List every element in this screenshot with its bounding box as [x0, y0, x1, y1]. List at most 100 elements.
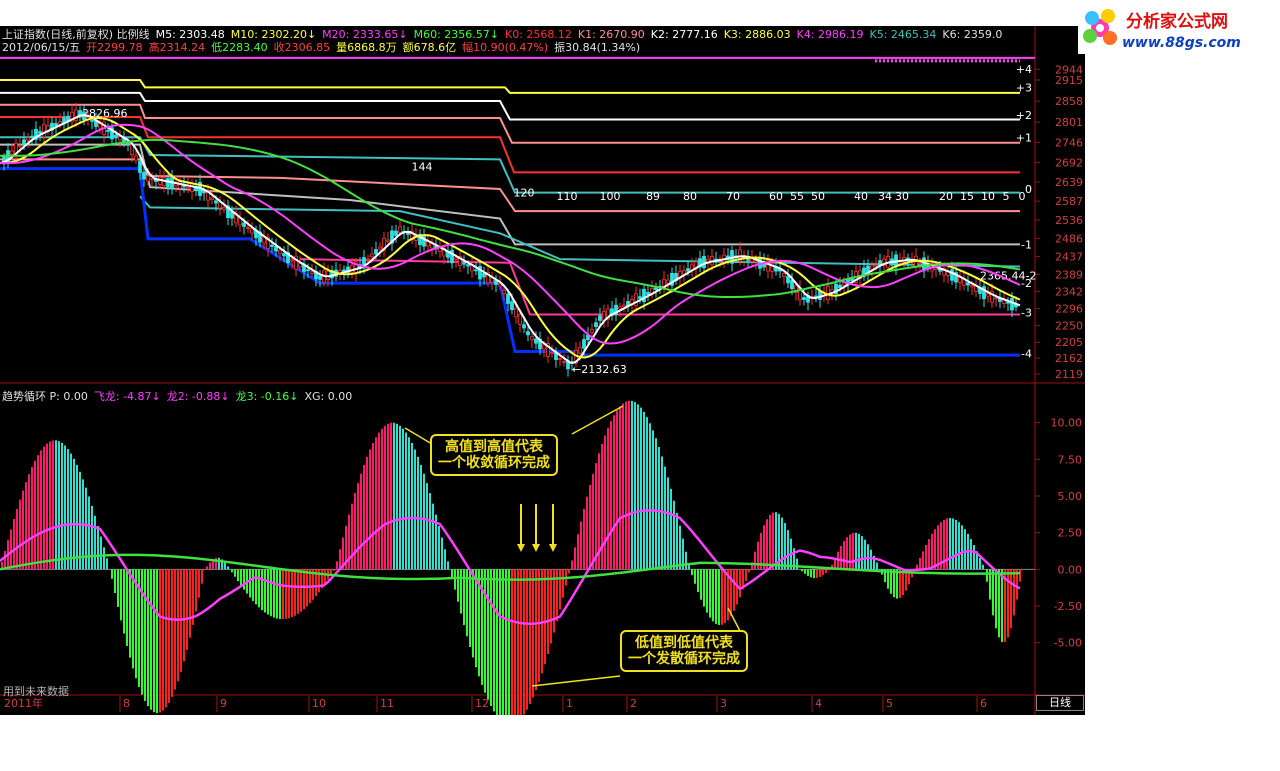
cycle-bar-210	[637, 404, 639, 570]
candle-body-209	[838, 284, 842, 289]
cycle-bar-26	[79, 471, 81, 570]
candle-body-29	[118, 136, 122, 141]
cycle-bar-145	[441, 537, 443, 570]
cycle-bar-82	[252, 569, 254, 602]
period-label-3: 100	[600, 190, 621, 203]
indicator-item-3: 龙3: -0.16↓	[235, 390, 299, 403]
cycle-bar-213	[646, 417, 648, 570]
cycle-bar-97	[297, 569, 299, 614]
price-tick-label-7: 2587	[1055, 195, 1083, 208]
cycle-bar-19	[58, 441, 60, 570]
candle-body-5	[22, 139, 26, 146]
candle-body-2	[10, 150, 14, 155]
month-label-1: 9	[220, 697, 227, 710]
cycle-bar-5	[16, 509, 18, 570]
cycle-bar-263	[796, 558, 798, 570]
cycle-bar-238	[721, 569, 723, 625]
cycle-bar-21	[64, 445, 66, 570]
cycle-bar-133	[405, 432, 407, 570]
candle-body-33	[134, 155, 138, 161]
cycle-bar-265	[804, 569, 806, 574]
cycle-bar-179	[544, 569, 546, 664]
cycle-marker-head-2	[549, 544, 557, 552]
cycle-bar-79	[243, 569, 245, 590]
price-tick-label-4: 2746	[1055, 136, 1083, 149]
cycle-bar-187	[568, 569, 570, 574]
cycle-bar-39	[120, 569, 122, 621]
header-item-10: K5: 2465.34	[869, 28, 937, 41]
price-tick-label-1: 2915	[1055, 74, 1083, 87]
cycle-bar-40	[123, 569, 125, 634]
price-tick-label-9: 2486	[1055, 232, 1083, 245]
chart-canvas[interactable]: 2944291528582801274626922639258725362486…	[0, 26, 1085, 715]
cycle-bar-35	[106, 558, 108, 570]
cycle-bar-110	[336, 561, 338, 570]
cycle-bar-75	[231, 569, 233, 573]
cycle-bar-202	[613, 415, 615, 570]
period-label-10: 40	[854, 190, 868, 203]
cycle-bar-287	[870, 549, 872, 570]
cycle-bar-53	[162, 569, 164, 711]
cycle-bar-8	[25, 482, 27, 570]
cycle-marker-head-1	[532, 544, 540, 552]
ohlc-item-7: 幅10.90(0.47%)	[462, 41, 549, 54]
cycle-bar-224	[679, 525, 681, 570]
candle-body-9	[38, 131, 42, 134]
level-line-2	[0, 91, 1020, 121]
period-button[interactable]: 日线	[1036, 695, 1084, 711]
cycle-bar-259	[784, 523, 786, 570]
cycle-bar-3	[10, 529, 12, 570]
candle-body-171	[686, 268, 690, 272]
cycle-bar-307	[934, 529, 936, 570]
candle-body-36	[146, 175, 150, 182]
cycle-bar-246	[745, 569, 747, 581]
candle-body-131	[526, 331, 530, 336]
candle-body-37	[150, 178, 154, 181]
cycle-bar-244	[739, 569, 741, 598]
cycle-bar-277	[840, 545, 842, 570]
cycle-bar-234	[709, 569, 711, 618]
note-arrow-low-left	[531, 675, 621, 687]
cycle-bar-184	[559, 569, 561, 610]
chart-area[interactable]: 2944 2915 2858 2801 2746 2692 2639 2587 2536 2486…	[0, 26, 1085, 715]
cycle-bar-86	[264, 569, 266, 613]
cycle-bar-148	[451, 569, 453, 578]
candle-body-166	[666, 279, 670, 284]
ind-tick-label-3: 2.50	[1058, 527, 1083, 540]
candle-body-246	[986, 293, 990, 297]
cycle-bar-229	[694, 569, 696, 584]
cycle-bar-139	[423, 473, 425, 570]
cycle-bar-124	[378, 432, 380, 570]
cycle-bar-327	[995, 569, 997, 629]
cycle-bar-13	[40, 450, 42, 570]
cycle-bar-221	[670, 488, 672, 570]
candle-body-125	[502, 290, 506, 294]
header-item-9: K4: 2986.19	[796, 28, 864, 41]
candle-body-175	[702, 256, 706, 269]
cycle-bar-52	[159, 569, 161, 713]
cycle-bar-312	[949, 518, 951, 570]
candle-body-92	[370, 253, 374, 258]
candle-body-91	[366, 258, 370, 261]
candle-body-155	[622, 304, 626, 307]
candle-body-137	[550, 352, 554, 355]
cycle-bar-36	[111, 569, 113, 579]
cycle-bar-76	[234, 569, 236, 577]
cycle-bar-156	[475, 569, 477, 668]
candle-body-242	[970, 284, 974, 288]
cycle-bar-123	[375, 437, 377, 570]
cycle-bar-155	[472, 569, 474, 658]
cycle-bar-303	[922, 551, 924, 570]
cycle-bar-96	[294, 569, 296, 616]
candle-body-118	[474, 269, 478, 272]
cycle-bar-17	[52, 440, 54, 570]
month-label-6: 2	[630, 697, 637, 710]
cycle-bar-295	[896, 569, 898, 599]
indicator-item-1: 飞龙: -4.87↓	[93, 390, 161, 403]
cycle-bar-320	[973, 545, 975, 570]
cycle-bar-77	[237, 569, 239, 582]
candle-body-7	[30, 135, 34, 138]
logo-title: 分析家公式网	[1126, 11, 1228, 32]
cycle-bar-57	[174, 569, 176, 690]
header-item-7: K2: 2777.16	[650, 28, 718, 41]
